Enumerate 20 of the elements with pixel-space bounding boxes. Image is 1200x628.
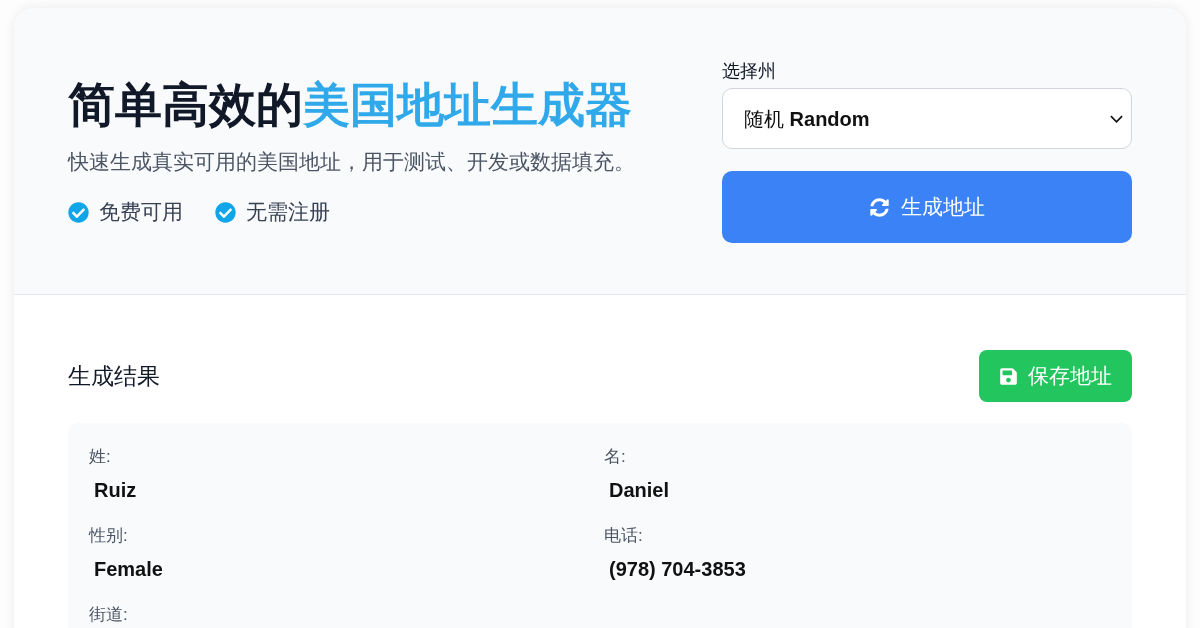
hero-subtitle: 快速生成真实可用的美国地址，用于测试、开发或数据填充。 bbox=[68, 149, 635, 175]
field-value: Daniel bbox=[608, 478, 671, 503]
field-label: 性别: bbox=[89, 525, 128, 547]
refresh-icon bbox=[869, 197, 889, 217]
field-value: Female bbox=[93, 557, 164, 582]
feature-label: 无需注册 bbox=[246, 199, 330, 225]
save-button[interactable]: 保存地址 bbox=[979, 350, 1132, 402]
field-label: 名: bbox=[604, 446, 626, 468]
chevron-down-icon bbox=[1110, 114, 1123, 123]
results-title: 生成结果 bbox=[68, 362, 160, 391]
field-label: 电话: bbox=[604, 525, 643, 547]
field-value: (978) 704-3853 bbox=[608, 557, 747, 582]
field-label: 姓: bbox=[89, 446, 111, 468]
field-value: Ruiz bbox=[93, 478, 138, 503]
generate-button[interactable]: 生成地址 bbox=[722, 171, 1132, 243]
field-label: 街道: bbox=[89, 604, 128, 626]
state-select-label: 选择州 bbox=[722, 60, 777, 83]
hero-title: 简单高效的美国地址生成器 bbox=[68, 77, 633, 133]
feature-label: 免费可用 bbox=[99, 199, 183, 225]
state-select[interactable]: 随机 Random bbox=[722, 88, 1132, 149]
